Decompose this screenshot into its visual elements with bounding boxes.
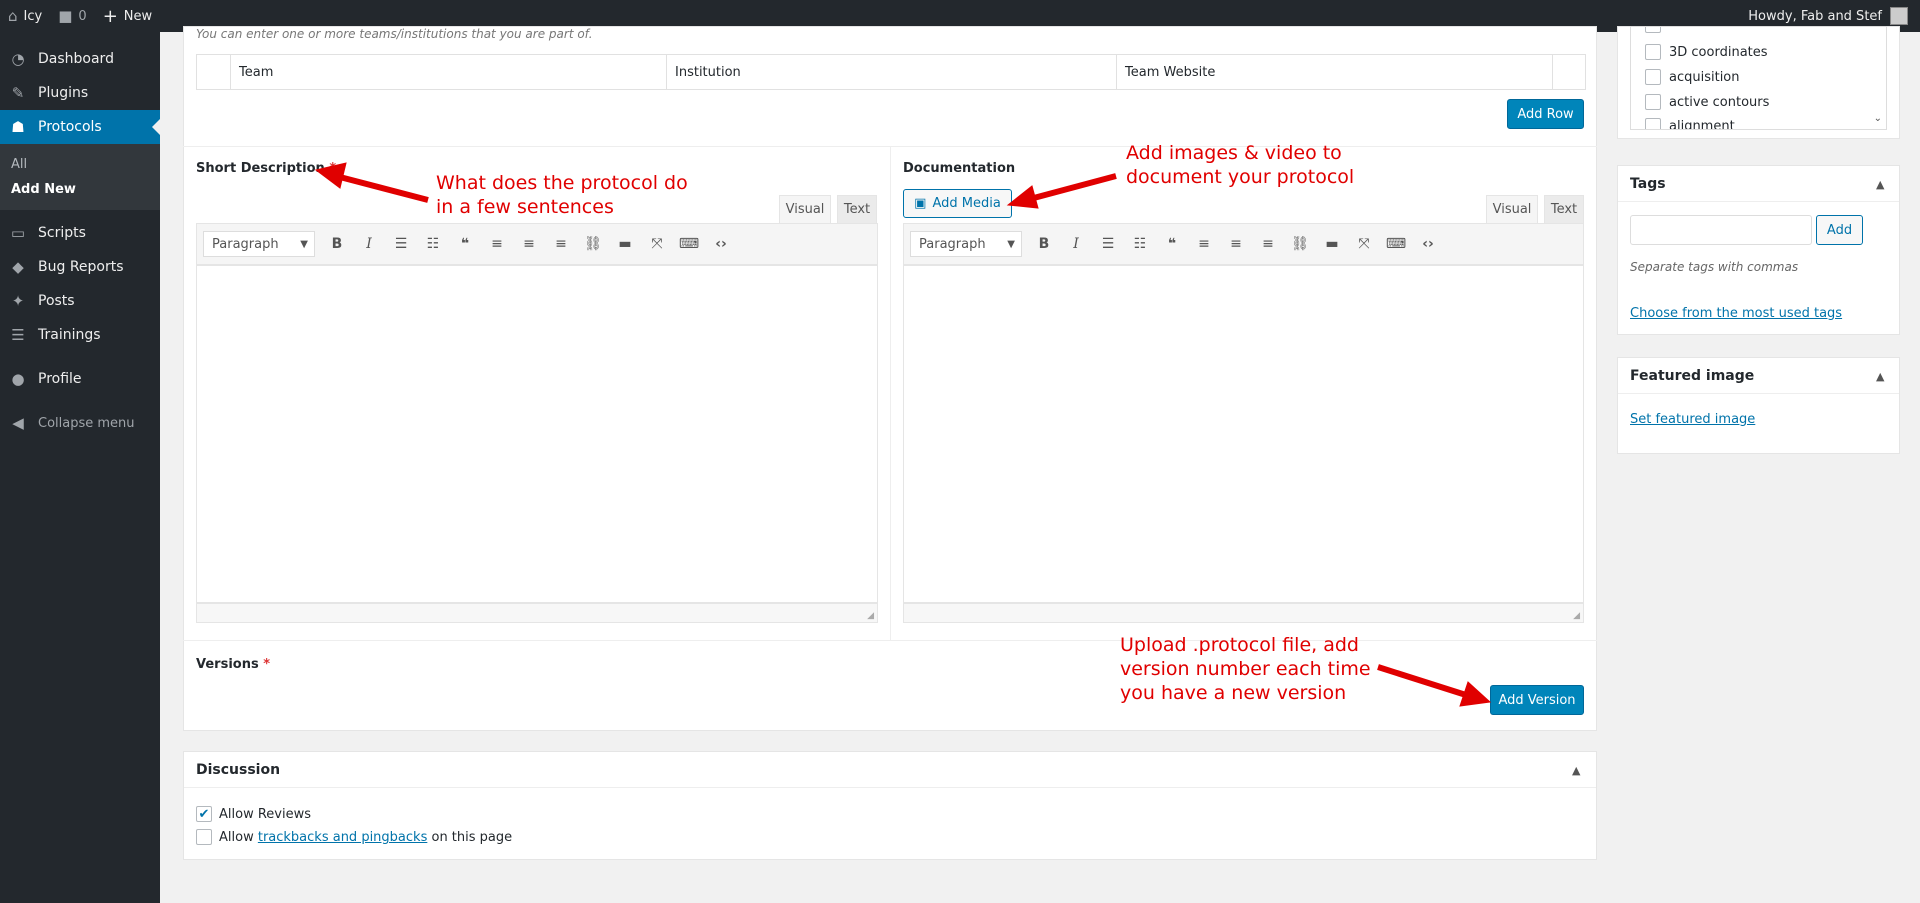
arrow-add-media xyxy=(1006,173,1117,209)
annotation-arrows xyxy=(314,162,1492,707)
arrow-short-description xyxy=(314,162,429,203)
arrow-add-version xyxy=(1377,664,1492,707)
